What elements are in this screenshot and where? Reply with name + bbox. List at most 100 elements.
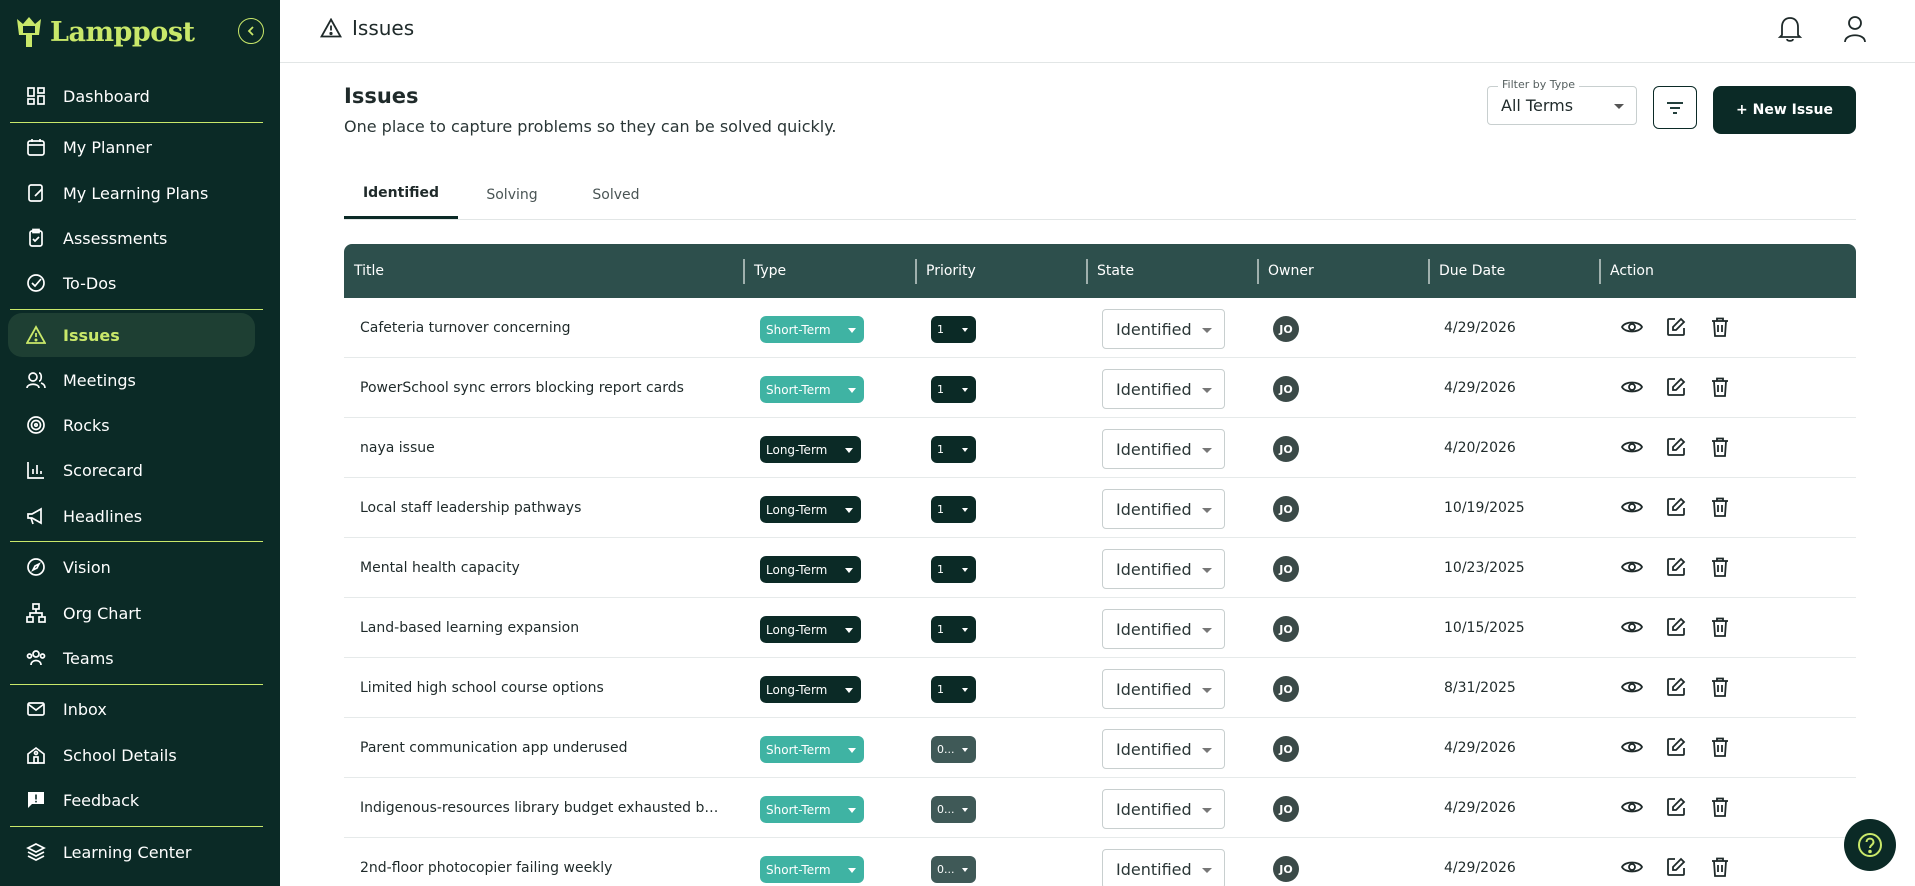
filter-by-type-select[interactable]: Filter by Type All Terms: [1487, 78, 1637, 125]
sidebar-item-rocks[interactable]: Rocks: [8, 403, 255, 447]
priority-dropdown[interactable]: 1: [931, 676, 976, 703]
delete-button[interactable]: [1708, 857, 1732, 881]
delete-button[interactable]: [1708, 317, 1732, 341]
priority-dropdown[interactable]: 1: [931, 436, 976, 463]
sidebar-item-headlines[interactable]: Headlines: [8, 494, 255, 538]
sidebar-item-meetings[interactable]: Meetings: [8, 358, 255, 402]
issue-title[interactable]: Mental health capacity: [360, 538, 720, 598]
type-dropdown[interactable]: Long-Term: [760, 556, 861, 583]
edit-button[interactable]: [1664, 737, 1688, 761]
view-button[interactable]: [1620, 677, 1644, 701]
sidebar-item-school-details[interactable]: School Details: [8, 733, 255, 777]
issue-title[interactable]: PowerSchool sync errors blocking report …: [360, 358, 720, 418]
type-dropdown[interactable]: Short-Term: [760, 736, 864, 763]
state-select[interactable]: Identified: [1102, 549, 1225, 589]
state-select[interactable]: Identified: [1102, 429, 1225, 469]
edit-button[interactable]: [1664, 317, 1688, 341]
help-button[interactable]: [1844, 819, 1896, 871]
delete-button[interactable]: [1708, 737, 1732, 761]
type-dropdown[interactable]: Long-Term: [760, 496, 861, 523]
table-row[interactable]: Mental health capacity Long-Term 1 Identifi…: [344, 538, 1856, 598]
state-select[interactable]: Identified: [1102, 309, 1225, 349]
type-dropdown[interactable]: Short-Term: [760, 376, 864, 403]
edit-button[interactable]: [1664, 857, 1688, 881]
edit-button[interactable]: [1664, 617, 1688, 641]
view-button[interactable]: [1620, 857, 1644, 881]
table-row[interactable]: Land-based learning expansion Long-Term 1 I…: [344, 598, 1856, 658]
collapse-sidebar-button[interactable]: [238, 18, 264, 44]
tab-solving[interactable]: Solving: [462, 170, 562, 219]
issue-title[interactable]: Indigenous-resources library budget exha…: [360, 778, 720, 838]
table-row[interactable]: Local staff leadership pathways Long-Term…: [344, 478, 1856, 538]
state-select[interactable]: Identified: [1102, 729, 1225, 769]
priority-dropdown[interactable]: 0...: [931, 796, 976, 823]
priority-dropdown[interactable]: 1: [931, 556, 976, 583]
tab-solved[interactable]: Solved: [566, 170, 666, 219]
table-row[interactable]: Cafeteria turnover concerning Short-Term 1…: [344, 298, 1856, 358]
view-button[interactable]: [1620, 737, 1644, 761]
sidebar-item-assessments[interactable]: Assessments: [8, 216, 255, 260]
issue-title[interactable]: Land-based learning expansion: [360, 598, 720, 658]
delete-button[interactable]: [1708, 437, 1732, 461]
delete-button[interactable]: [1708, 797, 1732, 821]
delete-button[interactable]: [1708, 497, 1732, 521]
edit-button[interactable]: [1664, 677, 1688, 701]
priority-dropdown[interactable]: 1: [931, 376, 976, 403]
view-button[interactable]: [1620, 557, 1644, 581]
edit-button[interactable]: [1664, 797, 1688, 821]
user-profile-button[interactable]: [1843, 15, 1867, 47]
issue-title[interactable]: Parent communication app underused: [360, 718, 720, 778]
type-dropdown[interactable]: Long-Term: [760, 676, 861, 703]
table-row[interactable]: Limited high school course options Long-T…: [344, 658, 1856, 718]
view-button[interactable]: [1620, 437, 1644, 461]
table-row[interactable]: Parent communication app underused Short-…: [344, 718, 1856, 778]
type-dropdown[interactable]: Short-Term: [760, 856, 864, 883]
priority-dropdown[interactable]: 1: [931, 316, 976, 343]
filter-options-button[interactable]: [1653, 86, 1697, 129]
issue-title[interactable]: Cafeteria turnover concerning: [360, 298, 720, 358]
table-row[interactable]: 2nd-floor photocopier failing weekly Shor…: [344, 838, 1856, 886]
edit-button[interactable]: [1664, 557, 1688, 581]
delete-button[interactable]: [1708, 377, 1732, 401]
sidebar-item-scorecard[interactable]: Scorecard: [8, 448, 255, 492]
delete-button[interactable]: [1708, 557, 1732, 581]
edit-button[interactable]: [1664, 377, 1688, 401]
priority-dropdown[interactable]: 1: [931, 496, 976, 523]
table-row[interactable]: PowerSchool sync errors blocking report …: [344, 358, 1856, 418]
type-dropdown[interactable]: Short-Term: [760, 796, 864, 823]
sidebar-item-org-chart[interactable]: Org Chart: [8, 591, 255, 635]
sidebar-item-to-dos[interactable]: To-Dos: [8, 261, 255, 305]
sidebar-item-feedback[interactable]: Feedback: [8, 778, 255, 822]
issue-title[interactable]: Local staff leadership pathways: [360, 478, 720, 538]
issue-title[interactable]: Limited high school course options: [360, 658, 720, 718]
table-row[interactable]: Indigenous-resources library budget exha…: [344, 778, 1856, 838]
type-dropdown[interactable]: Short-Term: [760, 316, 864, 343]
view-button[interactable]: [1620, 317, 1644, 341]
new-issue-button[interactable]: + New Issue: [1713, 86, 1856, 134]
sidebar-item-my-learning-plans[interactable]: My Learning Plans: [8, 171, 255, 215]
tab-identified[interactable]: Identified: [344, 170, 458, 219]
priority-dropdown[interactable]: 1: [931, 616, 976, 643]
type-dropdown[interactable]: Long-Term: [760, 616, 861, 643]
notifications-button[interactable]: [1777, 15, 1803, 47]
state-select[interactable]: Identified: [1102, 669, 1225, 709]
sidebar-item-learning-center[interactable]: Learning Center: [8, 830, 255, 874]
sidebar-item-inbox[interactable]: Inbox: [8, 687, 255, 731]
priority-dropdown[interactable]: 0...: [931, 856, 976, 883]
sidebar-item-dashboard[interactable]: Dashboard: [8, 74, 255, 118]
table-row[interactable]: naya issue Long-Term 1 Identified JO 4/20/202…: [344, 418, 1856, 478]
priority-dropdown[interactable]: 0...: [931, 736, 976, 763]
view-button[interactable]: [1620, 497, 1644, 521]
edit-button[interactable]: [1664, 497, 1688, 521]
state-select[interactable]: Identified: [1102, 489, 1225, 529]
issue-title[interactable]: 2nd-floor photocopier failing weekly: [360, 838, 720, 886]
state-select[interactable]: Identified: [1102, 849, 1225, 886]
sidebar-item-issues[interactable]: Issues: [8, 313, 255, 357]
view-button[interactable]: [1620, 377, 1644, 401]
state-select[interactable]: Identified: [1102, 369, 1225, 409]
state-select[interactable]: Identified: [1102, 789, 1225, 829]
delete-button[interactable]: [1708, 617, 1732, 641]
sidebar-item-teams[interactable]: Teams: [8, 636, 255, 680]
view-button[interactable]: [1620, 617, 1644, 641]
type-dropdown[interactable]: Long-Term: [760, 436, 861, 463]
